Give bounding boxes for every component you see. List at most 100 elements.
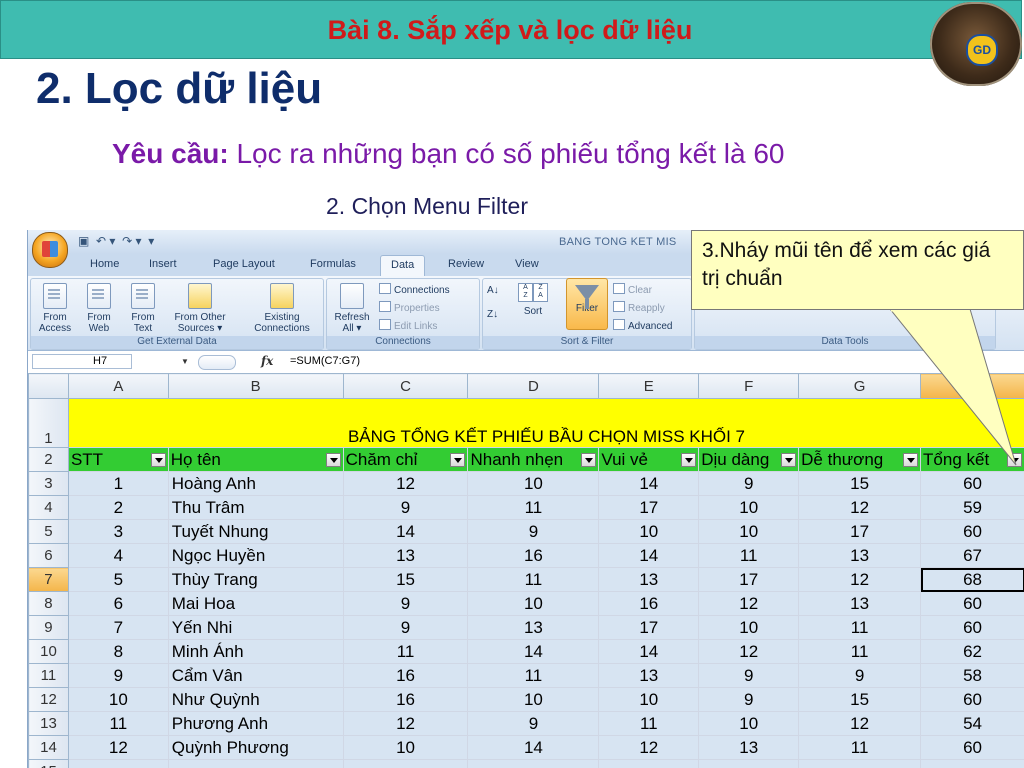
cell-g[interactable]: 9 [798,663,922,688]
column-header-d[interactable]: D [467,373,600,399]
cell-g[interactable]: 11 [798,639,922,664]
filter-button[interactable]: Filter [566,278,608,330]
filter-dropdown-icon[interactable] [150,453,166,467]
name-cell[interactable]: Quỳnh Phương [167,735,344,760]
cell-stt[interactable]: 5 [67,567,169,592]
cell-stt[interactable]: 8 [67,639,169,664]
column-header-c[interactable]: C [342,373,469,399]
cell-d[interactable]: 9 [467,711,600,736]
sort-button[interactable]: A ZZ A Sort [513,283,553,317]
cell-f[interactable]: 12 [698,591,800,616]
cell-d[interactable]: 13 [467,615,600,640]
cell-f[interactable]: 10 [698,615,800,640]
cell-g[interactable]: 11 [798,615,922,640]
tab-insert[interactable]: Insert [149,258,177,270]
name-cell[interactable]: Thùy Trang [167,567,344,592]
name-box[interactable]: H7 [32,354,132,369]
row-header[interactable]: 14 [28,735,69,760]
cell-stt[interactable]: 12 [67,735,169,760]
filter-dropdown-icon[interactable] [581,453,597,467]
from-access-button[interactable]: From Access [35,283,75,334]
cell-g[interactable]: 17 [798,519,922,544]
cell-h[interactable]: 67 [920,543,1024,568]
sort-a-z-button[interactable]: A↓ [487,285,499,296]
formula-bar-handle[interactable] [198,355,236,370]
cell-c[interactable]: 10 [342,735,469,760]
cell-f[interactable]: 12 [698,639,800,664]
column-header-a[interactable]: A [67,373,169,399]
reapply-button[interactable]: Reapply [613,301,665,314]
name-cell[interactable]: Thu Trâm [167,495,344,520]
cell-d[interactable]: 11 [467,663,600,688]
tab-page-layout[interactable]: Page Layout [213,258,275,270]
cell-e[interactable]: 11 [598,711,700,736]
tab-data[interactable]: Data [380,255,426,276]
connections-button[interactable]: Connections [379,283,450,296]
row-header[interactable]: 1 [28,398,69,448]
refresh-all-button[interactable]: Refresh All ▾ [330,283,374,334]
row-header[interactable]: 8 [28,591,69,616]
cell-d[interactable]: 11 [467,495,600,520]
cell-c[interactable]: 16 [342,687,469,712]
cell-e[interactable]: 14 [598,639,700,664]
cell[interactable] [167,759,344,768]
cell-c[interactable]: 11 [342,639,469,664]
cell-f[interactable]: 10 [698,711,800,736]
cell-h[interactable]: 60 [920,735,1024,760]
cell-d[interactable]: 10 [467,687,600,712]
cell-c[interactable]: 9 [342,495,469,520]
header-cell-cham-chi[interactable]: Chăm chỉ [342,447,469,472]
cell-g[interactable]: 15 [798,471,922,496]
cell[interactable] [698,759,800,768]
edit-links-button[interactable]: Edit Links [379,319,437,332]
name-cell[interactable]: Mai Hoa [167,591,344,616]
properties-button[interactable]: Properties [379,301,440,314]
cell-f[interactable]: 17 [698,567,800,592]
cell-c[interactable]: 13 [342,543,469,568]
formula-input[interactable]: =SUM(C7:G7) [290,355,360,367]
row-header[interactable]: 5 [28,519,69,544]
cell-e[interactable]: 14 [598,471,700,496]
cell-f[interactable]: 9 [698,687,800,712]
cell[interactable] [798,759,922,768]
column-header-b[interactable]: B [167,373,344,399]
cell-e[interactable]: 10 [598,687,700,712]
header-cell-vui-ve[interactable]: Vui vẻ [598,447,700,472]
cell-h[interactable]: 68 [920,567,1024,592]
undo-icon[interactable]: ↶ ▾ [96,234,115,248]
cell-c[interactable]: 9 [342,615,469,640]
tab-view[interactable]: View [515,258,539,270]
cell-f[interactable]: 10 [698,495,800,520]
cell-f[interactable]: 11 [698,543,800,568]
name-cell[interactable]: Yến Nhi [167,615,344,640]
sort-z-a-button[interactable]: Z↓ [487,309,498,320]
cell-c[interactable]: 15 [342,567,469,592]
cell-f[interactable]: 10 [698,519,800,544]
cell-e[interactable]: 16 [598,591,700,616]
cell-h[interactable]: 59 [920,495,1024,520]
row-header[interactable]: 7 [28,567,69,592]
cell-stt[interactable]: 1 [67,471,169,496]
name-cell[interactable]: Minh Ánh [167,639,344,664]
save-icon[interactable]: ▣ [78,234,89,248]
cell-h[interactable]: 62 [920,639,1024,664]
tab-home[interactable]: Home [90,258,119,270]
cell-c[interactable]: 14 [342,519,469,544]
advanced-button[interactable]: Advanced [613,319,672,332]
cell-d[interactable]: 11 [467,567,600,592]
cell-h[interactable]: 60 [920,591,1024,616]
cell-g[interactable]: 13 [798,543,922,568]
cell-g[interactable]: 12 [798,495,922,520]
cell-e[interactable]: 10 [598,519,700,544]
name-cell[interactable]: Ngọc Huyền [167,543,344,568]
redo-icon[interactable]: ↷ ▾ [122,234,141,248]
row-header[interactable]: 12 [28,687,69,712]
cell-e[interactable]: 17 [598,495,700,520]
existing-connections-button[interactable]: Existing Connections [245,283,319,334]
cell-e[interactable]: 12 [598,735,700,760]
clear-button[interactable]: Clear [613,283,652,296]
cell-f[interactable]: 13 [698,735,800,760]
filter-dropdown-icon[interactable] [681,453,697,467]
cell-e[interactable]: 13 [598,663,700,688]
name-box-dropdown-icon[interactable]: ▼ [181,357,189,366]
